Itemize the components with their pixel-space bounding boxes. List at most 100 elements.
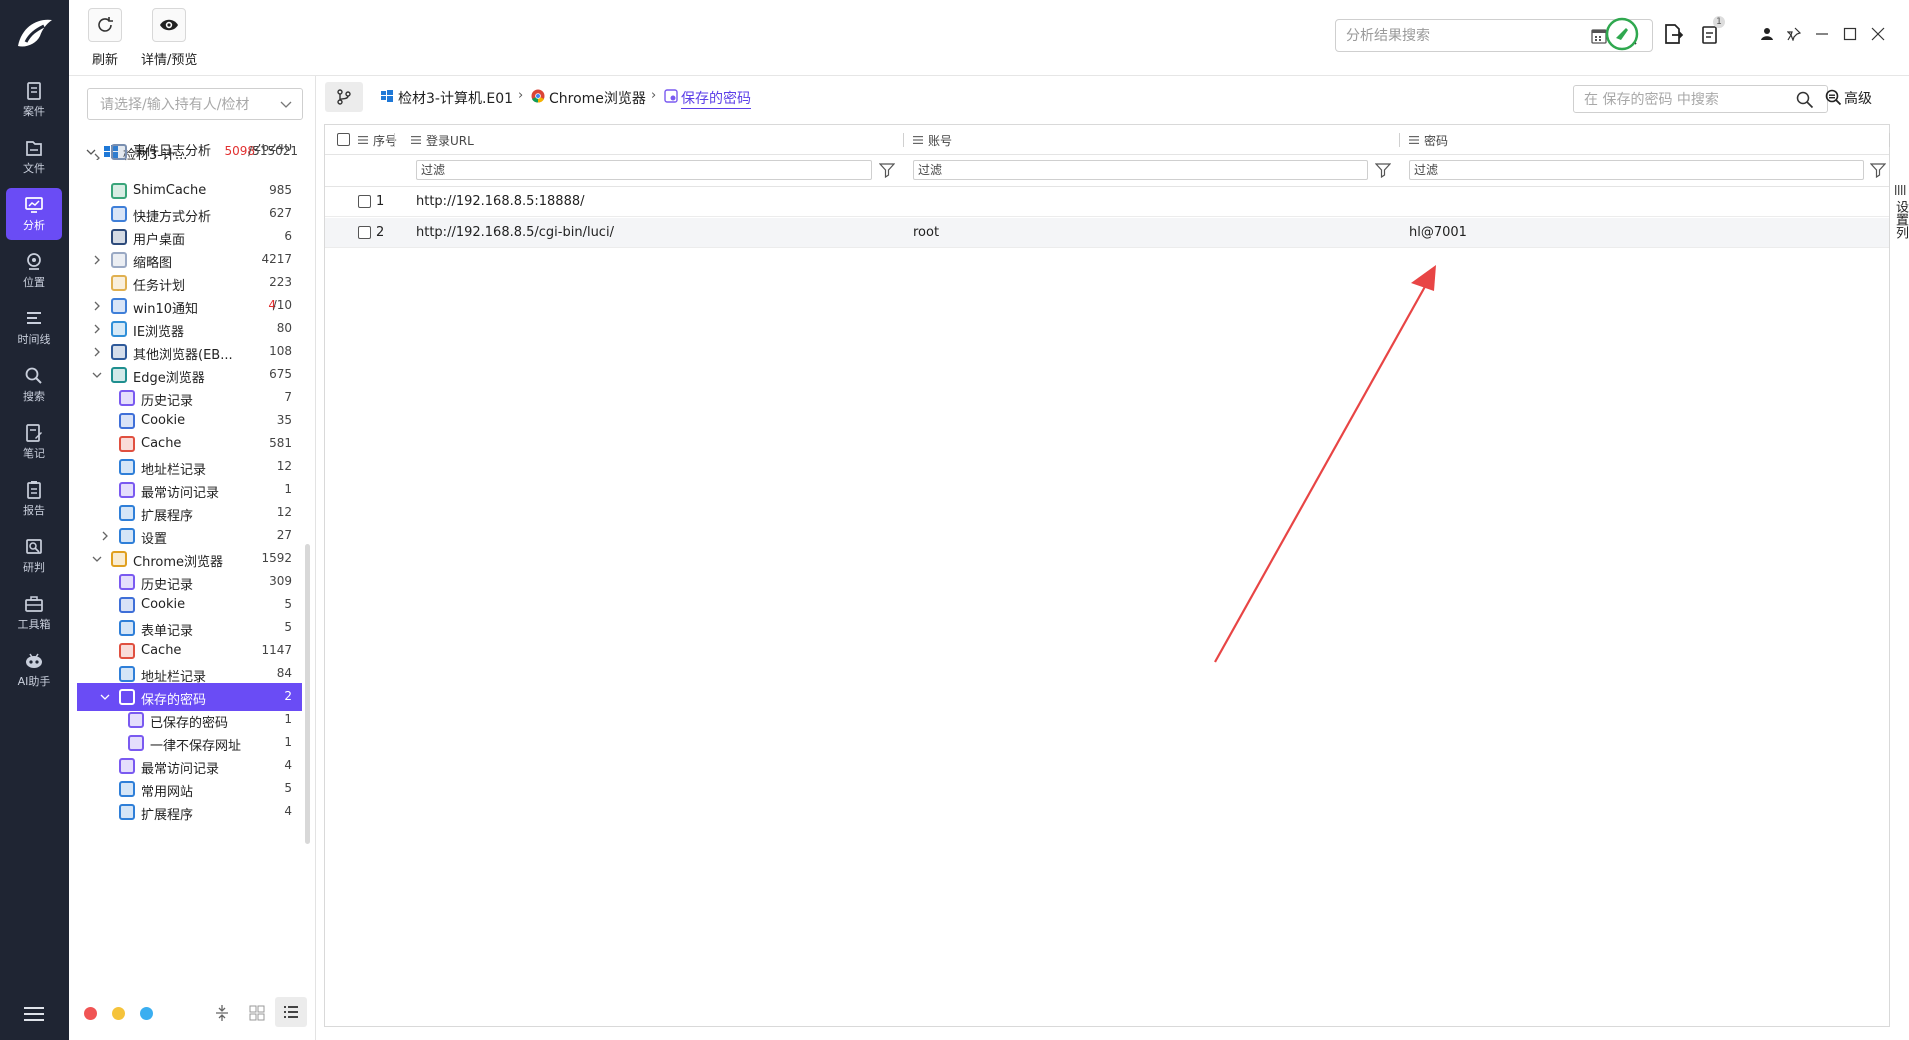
chevron-down-icon[interactable] (91, 553, 103, 565)
tree-item-count: 84 (276, 666, 292, 680)
menu-icon[interactable] (22, 1005, 46, 1023)
chevron-right-icon[interactable] (91, 346, 103, 358)
tree-item[interactable]: 扩展程序 4 (77, 798, 302, 826)
tree-item-count: 5 (284, 620, 292, 634)
tree-item-count: 5 (284, 597, 292, 611)
url-filter-input[interactable] (421, 162, 830, 178)
tree-item-count: 2 (284, 689, 292, 703)
ie-browser-icon (111, 321, 127, 337)
nav-item-location[interactable]: 位置 (6, 245, 62, 297)
chevron-right-icon[interactable] (91, 300, 103, 312)
column-divider[interactable] (1399, 133, 1400, 147)
chevron-down-icon[interactable] (99, 691, 111, 703)
settings-icon (119, 528, 135, 544)
extension-icon (119, 505, 135, 521)
user-button[interactable] (1759, 26, 1775, 42)
row-checkbox[interactable] (358, 195, 371, 208)
table-row[interactable]: 2 http://192.168.8.5/cgi-bin/luci/ root … (325, 218, 1889, 248)
task-list-button[interactable]: 1 (1697, 16, 1725, 48)
export-button[interactable] (1661, 22, 1685, 46)
row-checkbox[interactable] (358, 226, 371, 239)
breadcrumb-chrome[interactable]: Chrome浏览器 (549, 88, 646, 108)
breadcrumb-evidence[interactable]: 检材3-计算机.E01 (398, 88, 513, 108)
holder-select[interactable] (87, 88, 303, 120)
case-icon (27, 82, 41, 100)
nav-item-ai-assistant[interactable]: AI助手 (6, 644, 62, 696)
nav-item-file[interactable]: 文件 (6, 131, 62, 183)
nav-item-notes[interactable]: 笔记 (6, 416, 62, 468)
branch-button[interactable] (325, 82, 363, 112)
saved-password-icon (664, 89, 678, 103)
nav-item-judge[interactable]: 研判 (6, 530, 62, 582)
select-all-checkbox[interactable] (337, 133, 350, 146)
desktop-icon (111, 229, 127, 245)
chevron-down-icon[interactable] (91, 369, 103, 381)
nav-item-toolbox[interactable]: 工具箱 (6, 587, 62, 639)
brand-status-button[interactable] (1604, 16, 1640, 52)
in-view-search-input[interactable] (1584, 90, 1784, 110)
filter-icon[interactable] (1375, 162, 1391, 178)
tree-item-label: Cache (141, 643, 182, 658)
column-header-account[interactable]: 账号 (913, 125, 952, 155)
chevron-right-icon[interactable] (91, 323, 103, 335)
location-icon (27, 253, 41, 270)
chevron-right-icon[interactable] (99, 530, 111, 542)
password-filter-input[interactable] (1414, 162, 1822, 178)
tree-item-count: 4217 (261, 252, 292, 266)
nav-item-timeline[interactable]: 时间线 (6, 302, 62, 354)
columns-icon[interactable] (1894, 184, 1906, 196)
tree-item-count: 12 (276, 459, 292, 473)
collapse-all-icon[interactable] (214, 1004, 230, 1022)
column-divider[interactable] (903, 133, 904, 147)
yellow-dot-button[interactable] (112, 1007, 125, 1020)
holder-select-input[interactable] (100, 95, 275, 115)
timeline-icon (27, 312, 41, 324)
table-row[interactable]: 1 http://192.168.8.5:18888/ (325, 187, 1889, 217)
tree-scrollbar[interactable] (305, 544, 310, 844)
nav-item-analysis[interactable]: 分析 (6, 188, 62, 240)
account-filter-input[interactable] (918, 162, 1326, 178)
detail-preview-button[interactable]: 详情/预览 (141, 8, 197, 68)
column-header-password[interactable]: 密码 (1409, 125, 1448, 155)
advanced-search-icon (1825, 89, 1842, 106)
nav-item-case[interactable]: 案件 (6, 74, 62, 126)
chevron-right-icon[interactable] (91, 152, 103, 160)
list-view-button[interactable] (275, 997, 307, 1027)
other-browser-icon (111, 344, 127, 360)
user-icon (1761, 28, 1773, 40)
nav-item-report[interactable]: 报告 (6, 473, 62, 525)
blue-dot-button[interactable] (140, 1007, 153, 1020)
column-header-index[interactable]: 序号 (358, 125, 397, 155)
export-file-icon (1665, 24, 1684, 44)
tree-item-count: 985 (269, 183, 292, 197)
refresh-button[interactable]: 刷新 (88, 8, 122, 68)
red-dot-button[interactable] (84, 1007, 97, 1020)
left-nav: 案件 文件 分析 位置 时间线 搜索 笔记 报告研判工具箱 AI助手 (0, 0, 69, 1040)
maximize-button[interactable] (1842, 26, 1858, 42)
filter-icon[interactable] (1870, 162, 1886, 178)
tree-item-label: Cookie (141, 597, 186, 612)
grid-view-icon[interactable] (249, 1005, 265, 1021)
pin-button[interactable] (1786, 26, 1802, 42)
tree-item-count: 4 (284, 758, 292, 772)
row-url: http://192.168.8.5:18888/ (416, 194, 585, 209)
tree-item[interactable]: 事件日志分析 26240 (77, 144, 302, 160)
top-toolbar: 刷新 详情/预览 1 (69, 0, 1909, 76)
nav-item-search[interactable]: 搜索 (6, 359, 62, 411)
column-settings-button[interactable]: 设置列 (1892, 200, 1908, 239)
tree-item-count: 1 (284, 482, 292, 496)
close-button[interactable] (1870, 26, 1886, 42)
advanced-search-button[interactable]: 高级 (1825, 88, 1872, 108)
chrome-icon (531, 89, 545, 103)
app-logo-icon (18, 19, 52, 47)
chevron-right-icon[interactable] (91, 254, 103, 266)
column-divider[interactable] (394, 133, 395, 147)
nav-item-label: 研判 (23, 561, 45, 574)
search-icon[interactable] (1796, 91, 1814, 109)
file-icon (26, 141, 42, 156)
breadcrumb-saved-passwords[interactable]: 保存的密码 (681, 88, 751, 109)
analysis-search-input[interactable] (1346, 25, 1586, 47)
minimize-button[interactable] (1814, 26, 1830, 42)
filter-icon[interactable] (879, 162, 895, 178)
column-header-url[interactable]: 登录URL (411, 125, 474, 155)
